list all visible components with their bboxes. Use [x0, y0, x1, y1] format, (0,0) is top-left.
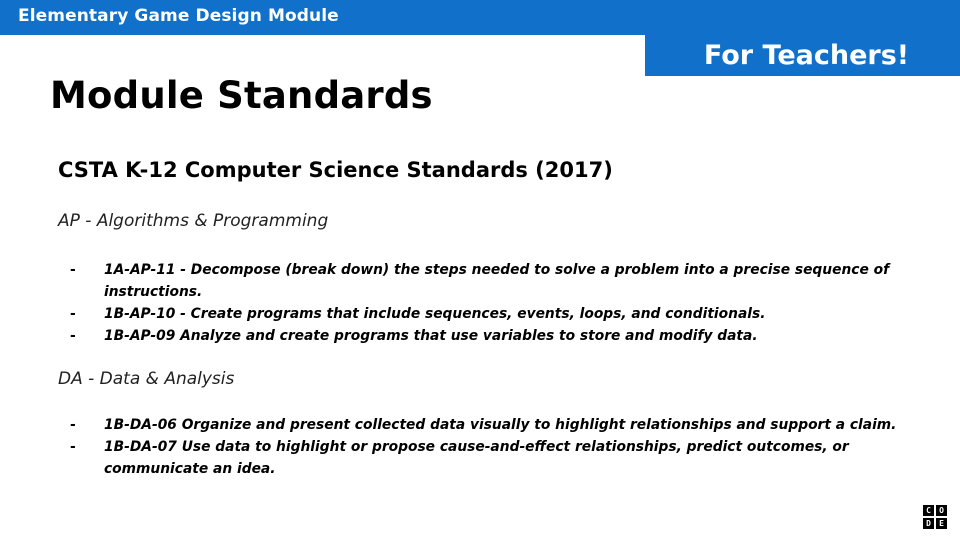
bullet-dash: - — [70, 439, 76, 455]
standard-text: 1A-AP-11 - Decompose (break down) the st… — [104, 262, 890, 300]
bullet-dash: - — [70, 306, 76, 322]
bullet-dash: - — [70, 328, 76, 344]
standard-text: 1B-AP-09 Analyze and create programs tha… — [104, 328, 758, 344]
code-org-logo-icon: C O D E — [923, 505, 947, 529]
standard-item: - 1B-DA-07 Use data to highlight or prop… — [70, 436, 900, 480]
standards-heading: CSTA K-12 Computer Science Standards (20… — [58, 158, 613, 182]
standards-list-ap: - 1A-AP-11 - Decompose (break down) the … — [70, 259, 900, 347]
page-title: Module Standards — [50, 74, 433, 117]
logo-letter: O — [936, 505, 947, 516]
module-title: Elementary Game Design Module — [18, 6, 339, 26]
bullet-dash: - — [70, 417, 76, 433]
section-label-da: DA - Data & Analysis — [58, 369, 235, 389]
logo-letter: E — [936, 518, 947, 529]
standard-text: 1B-DA-06 Organize and present collected … — [104, 417, 897, 433]
standard-item: - 1B-DA-06 Organize and present collecte… — [70, 414, 900, 436]
standard-item: - 1B-AP-09 Analyze and create programs t… — [70, 325, 900, 347]
section-label-ap: AP - Algorithms & Programming — [58, 211, 329, 231]
logo-letter: D — [923, 518, 934, 529]
standards-list-da: - 1B-DA-06 Organize and present collecte… — [70, 414, 900, 480]
standard-text: 1B-DA-07 Use data to highlight or propos… — [104, 439, 849, 477]
standard-text: 1B-AP-10 - Create programs that include … — [104, 306, 766, 322]
bullet-dash: - — [70, 262, 76, 278]
top-banner: Elementary Game Design Module — [0, 0, 960, 35]
standard-item: - 1B-AP-10 - Create programs that includ… — [70, 303, 900, 325]
standard-item: - 1A-AP-11 - Decompose (break down) the … — [70, 259, 900, 303]
logo-letter: C — [923, 505, 934, 516]
audience-tab: For Teachers! — [645, 35, 960, 76]
